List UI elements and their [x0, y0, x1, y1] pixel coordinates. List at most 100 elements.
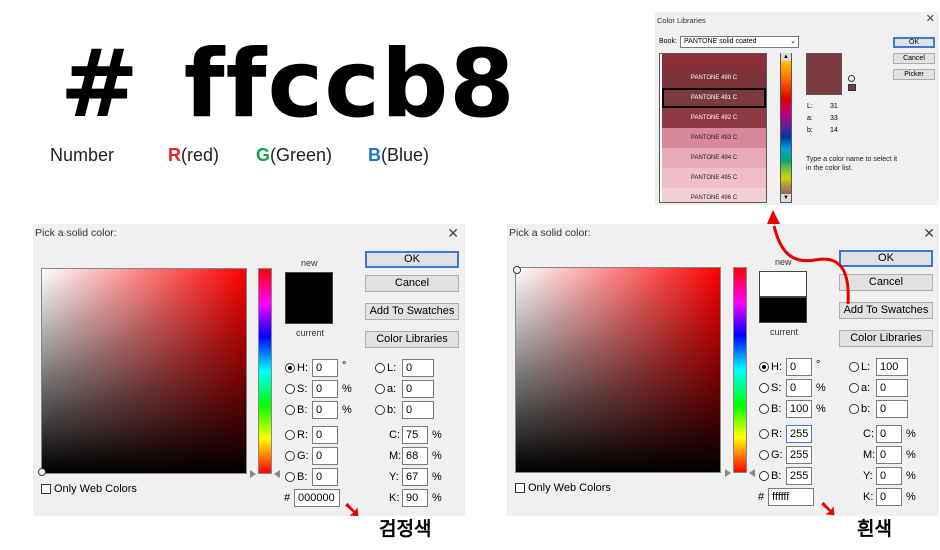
gamut-warning-icon[interactable] [848, 75, 855, 82]
legend-blue: B(Blue) [368, 145, 430, 165]
blue-radio[interactable] [285, 472, 295, 482]
list-item[interactable]: PANTONE 493 C [662, 128, 766, 148]
list-item[interactable]: PANTONE 490 C [662, 68, 766, 88]
y-input[interactable]: 67 [402, 468, 428, 486]
degree-unit: ° [342, 360, 347, 372]
l-radio[interactable] [849, 362, 859, 372]
close-icon[interactable]: ✕ [926, 14, 935, 25]
a-radio[interactable] [375, 384, 385, 394]
web-colors-checkbox[interactable] [41, 484, 51, 494]
a-radio[interactable] [849, 383, 859, 393]
list-item-selected[interactable]: PANTONE 491 C [662, 88, 766, 108]
picker-button[interactable]: Picker [893, 69, 935, 80]
ok-button[interactable]: OK [893, 37, 935, 48]
m-input[interactable]: 68 [402, 447, 428, 465]
list-item[interactable]: PANTONE 496 C [662, 188, 766, 202]
color-libraries-dialog: Color Libraries ✕ Book: PANTONE solid co… [655, 12, 939, 205]
swatch-list[interactable]: PANTONE 490 C PANTONE 491 C PANTONE 492 … [659, 53, 767, 203]
b-input[interactable]: 100 [786, 400, 812, 418]
color-libraries-button[interactable]: Color Libraries [839, 330, 933, 347]
h-radio[interactable] [759, 362, 769, 372]
h-input[interactable]: 0 [312, 359, 338, 377]
g-input[interactable]: 255 [786, 446, 812, 464]
gamut-swatch[interactable] [848, 84, 856, 91]
close-icon[interactable]: ✕ [923, 226, 935, 240]
r-input[interactable]: 0 [312, 426, 338, 444]
list-item[interactable]: PANTONE 494 C [662, 148, 766, 168]
book-select[interactable]: PANTONE solid coated ⌄ [680, 36, 799, 48]
g-radio[interactable] [285, 451, 295, 461]
r-input[interactable]: 255 [786, 425, 812, 443]
y-label: Y: [389, 471, 399, 483]
lab-b-input[interactable]: 0 [402, 401, 434, 419]
lab-b-input[interactable]: 0 [876, 400, 908, 418]
a-input[interactable]: 0 [402, 380, 434, 398]
k-input[interactable]: 0 [876, 488, 902, 506]
s-radio[interactable] [759, 383, 769, 393]
pct-unit: % [906, 428, 916, 440]
s-input[interactable]: 0 [786, 379, 812, 397]
web-colors-checkbox[interactable] [515, 483, 525, 493]
color-picker-dialog-left: Pick a solid color: ✕ new current OK Can… [33, 224, 465, 516]
hue-slider-left-arrow[interactable] [250, 470, 256, 478]
g-input[interactable]: 0 [312, 447, 338, 465]
h-radio[interactable] [285, 363, 295, 373]
color-libraries-button[interactable]: Color Libraries [365, 331, 459, 348]
library-ramp[interactable] [780, 53, 792, 203]
color-field[interactable] [515, 267, 721, 473]
hue-slider-right-arrow[interactable] [749, 469, 755, 477]
list-item[interactable]: PANTONE 492 C [662, 108, 766, 128]
hue-slider-left-arrow[interactable] [725, 469, 731, 477]
list-item[interactable]: PANTONE 495 C [662, 168, 766, 188]
b-label: B: [771, 403, 782, 415]
red-arrow-icon: ➘ [819, 496, 838, 521]
annotation-black: 검정색 [379, 518, 432, 540]
blue-input[interactable]: 255 [786, 467, 812, 485]
hue-slider-right-arrow[interactable] [274, 470, 280, 478]
cancel-button[interactable]: Cancel [365, 275, 459, 292]
m-input[interactable]: 0 [876, 446, 902, 464]
add-to-swatches-button[interactable]: Add To Swatches [365, 303, 459, 320]
hex-label: # [284, 492, 291, 504]
s-input[interactable]: 0 [312, 380, 338, 398]
l-radio[interactable] [375, 363, 385, 373]
close-icon[interactable]: ✕ [447, 226, 459, 240]
color-field-marker[interactable] [38, 468, 46, 476]
l-input[interactable]: 0 [402, 359, 434, 377]
cancel-button[interactable]: Cancel [893, 53, 935, 64]
color-field-marker[interactable] [513, 266, 521, 274]
ok-button[interactable]: OK [365, 251, 459, 268]
l-input[interactable]: 100 [876, 358, 908, 376]
hex-input[interactable]: 000000 [294, 489, 340, 507]
c-input[interactable]: 0 [876, 425, 902, 443]
r-radio[interactable] [285, 430, 295, 440]
k-input[interactable]: 90 [402, 489, 428, 507]
c-label: C: [389, 429, 400, 441]
hue-slider[interactable] [258, 268, 272, 474]
b-radio[interactable] [759, 404, 769, 414]
k-label: K: [863, 491, 874, 503]
c-input[interactable]: 75 [402, 426, 428, 444]
s-radio[interactable] [285, 384, 295, 394]
color-field[interactable] [41, 268, 247, 474]
b-input[interactable]: 0 [312, 401, 338, 419]
blue-input[interactable]: 0 [312, 468, 338, 486]
pct-unit: % [432, 429, 442, 441]
hue-slider[interactable] [733, 267, 747, 473]
b-radio[interactable] [285, 405, 295, 415]
blue-radio[interactable] [759, 471, 769, 481]
g-radio[interactable] [759, 450, 769, 460]
y-input[interactable]: 0 [876, 467, 902, 485]
h-input[interactable]: 0 [786, 358, 812, 376]
hex-title: # ffccb8 [60, 38, 516, 132]
s-label: S: [297, 383, 308, 395]
pct-unit: % [816, 403, 826, 415]
lab-b-radio[interactable] [849, 404, 859, 414]
r-radio[interactable] [759, 429, 769, 439]
hex-input[interactable]: ffffff [768, 488, 814, 506]
lab-b-radio[interactable] [375, 405, 385, 415]
a-input[interactable]: 0 [876, 379, 908, 397]
list-item[interactable] [662, 54, 766, 68]
ramp-up-icon[interactable]: ▲ [781, 53, 791, 61]
red-curved-arrow-icon [767, 210, 850, 305]
